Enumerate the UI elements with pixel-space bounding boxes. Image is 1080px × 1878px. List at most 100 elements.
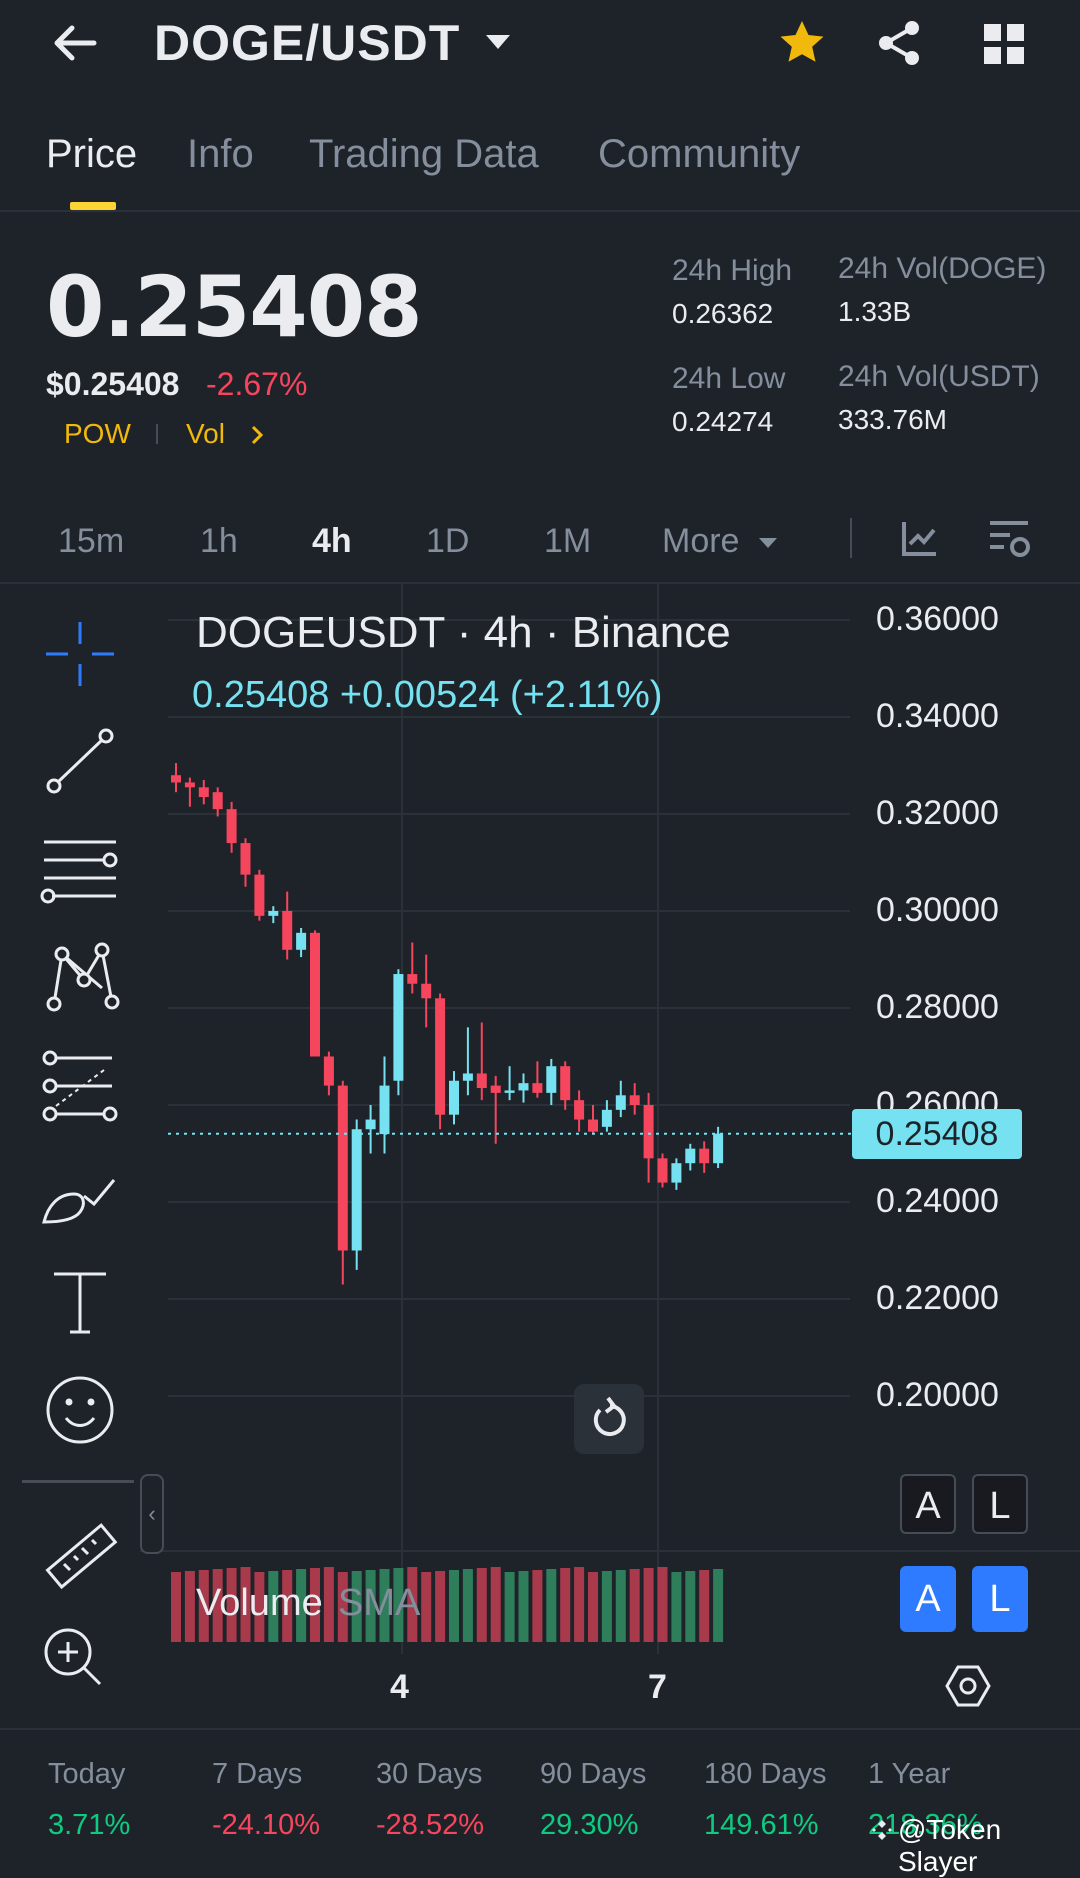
volume-bar — [490, 1567, 501, 1642]
candle-down — [574, 1100, 585, 1120]
more-caret-icon[interactable] — [758, 536, 778, 550]
volume-bar — [435, 1571, 446, 1642]
interval-bar: 15m 1h 4h 1D 1M More — [0, 510, 1080, 584]
interval-1d[interactable]: 1D — [426, 522, 469, 561]
candle-down — [198, 787, 209, 798]
candle-down — [337, 1085, 348, 1251]
star-icon[interactable] — [777, 18, 827, 68]
volume-log-button[interactable]: L — [972, 1566, 1028, 1632]
candle-up — [713, 1133, 724, 1164]
candle-up — [462, 1073, 473, 1081]
perf-90d[interactable]: 90 Days 29.30% — [540, 1758, 700, 1842]
brush-icon[interactable] — [40, 1154, 120, 1234]
interval-more[interactable]: More — [662, 522, 739, 561]
vol-quote-label: 24h Vol(USDT) — [838, 360, 1040, 393]
volume-bar — [615, 1570, 626, 1642]
volume-bar — [588, 1572, 598, 1642]
tag-divider — [156, 424, 158, 444]
share-icon[interactable] — [874, 18, 924, 68]
active-tab-indicator — [70, 202, 116, 210]
volume-bar — [671, 1572, 682, 1642]
interval-1m[interactable]: 1M — [544, 522, 591, 561]
dropdown-caret-icon[interactable] — [484, 32, 512, 52]
text-icon[interactable] — [40, 1262, 120, 1342]
candle-up — [546, 1066, 557, 1093]
low-value: 0.24274 — [672, 406, 774, 437]
candle-down — [490, 1085, 501, 1093]
chart-legend-values: 0.25408 +0.00524 (+2.11%) — [192, 674, 663, 716]
candle-down — [532, 1083, 543, 1093]
grid-icon[interactable] — [982, 22, 1026, 66]
candle-down — [212, 792, 223, 810]
y-tick-label: 0.36000 — [876, 600, 999, 638]
pair-title[interactable]: DOGE/USDT — [154, 14, 460, 72]
tab-trading-data[interactable]: Trading Data — [309, 132, 539, 177]
candle-down — [323, 1056, 334, 1086]
auto-scale-button[interactable]: A — [900, 1474, 956, 1534]
parallel-lines-icon[interactable] — [40, 830, 120, 910]
candle-up — [365, 1119, 376, 1130]
reset-icon[interactable] — [574, 1384, 644, 1454]
candle-up — [379, 1085, 390, 1135]
vol-tag[interactable]: Vol — [186, 418, 225, 450]
candle-up — [601, 1109, 612, 1127]
ruler-icon[interactable] — [40, 1516, 120, 1596]
volume-bar — [532, 1570, 543, 1642]
candle-down — [171, 775, 181, 783]
settings-hexagon-icon[interactable] — [944, 1662, 992, 1710]
low-label: 24h Low — [672, 362, 786, 395]
volume-bar — [476, 1568, 487, 1642]
volume-bar — [629, 1569, 640, 1642]
interval-divider — [850, 518, 852, 558]
candle-down — [435, 998, 446, 1115]
volume-bar — [574, 1567, 585, 1642]
sma-label: SMA — [338, 1582, 421, 1624]
volume-bar — [546, 1569, 557, 1642]
candle-up — [393, 974, 404, 1081]
indicator-icon[interactable] — [900, 518, 940, 558]
y-tick-label: 0.24000 — [876, 1182, 999, 1220]
y-tick-label: 0.34000 — [876, 697, 999, 735]
candle-down — [643, 1105, 654, 1159]
high-value: 0.26362 — [672, 298, 774, 329]
emoji-icon[interactable] — [40, 1370, 120, 1450]
zoom-icon[interactable] — [40, 1624, 106, 1690]
candle-down — [254, 874, 265, 916]
perf-today[interactable]: Today 3.71% — [48, 1758, 208, 1842]
perf-30d[interactable]: 30 Days -28.52% — [376, 1758, 536, 1842]
perf-7d[interactable]: 7 Days -24.10% — [212, 1758, 372, 1842]
fib-retracement-icon[interactable] — [40, 1046, 120, 1126]
candle-up — [685, 1148, 696, 1164]
candle-down — [407, 974, 418, 984]
candle-down — [588, 1119, 598, 1132]
y-tick-label: 0.20000 — [876, 1376, 999, 1414]
pow-tag[interactable]: POW — [64, 418, 131, 450]
y-tick-label: 0.32000 — [876, 794, 999, 832]
y-tick-label: 0.22000 — [876, 1279, 999, 1317]
interval-15m[interactable]: 15m — [58, 522, 124, 561]
candle-down — [310, 932, 320, 1057]
candle-up — [615, 1095, 626, 1110]
chart-settings-icon[interactable] — [986, 516, 1032, 562]
tab-community[interactable]: Community — [598, 132, 800, 177]
tab-info[interactable]: Info — [187, 132, 254, 177]
trendline-icon[interactable] — [40, 722, 120, 802]
volume-auto-button[interactable]: A — [900, 1566, 956, 1632]
candle-down — [240, 843, 251, 875]
interval-4h[interactable]: 4h — [312, 522, 352, 561]
log-scale-button[interactable]: L — [972, 1474, 1028, 1534]
candle-up — [504, 1090, 515, 1093]
pattern-icon[interactable] — [40, 938, 120, 1018]
tab-price[interactable]: Price — [46, 132, 137, 177]
chart-title: DOGEUSDT · 4h · Binance — [196, 608, 731, 657]
collapse-toolbar-button[interactable]: ‹ — [140, 1474, 164, 1554]
interval-1h[interactable]: 1h — [200, 522, 238, 561]
back-arrow-icon[interactable] — [50, 18, 100, 68]
candle-up — [351, 1129, 362, 1251]
chevron-right-icon[interactable] — [250, 424, 264, 446]
volume-bar — [518, 1571, 529, 1642]
volume-bar — [657, 1567, 668, 1642]
crosshair-icon[interactable] — [40, 614, 120, 694]
perf-180d[interactable]: 180 Days 149.61% — [704, 1758, 864, 1842]
vol-base-label: 24h Vol(DOGE) — [838, 252, 1047, 285]
